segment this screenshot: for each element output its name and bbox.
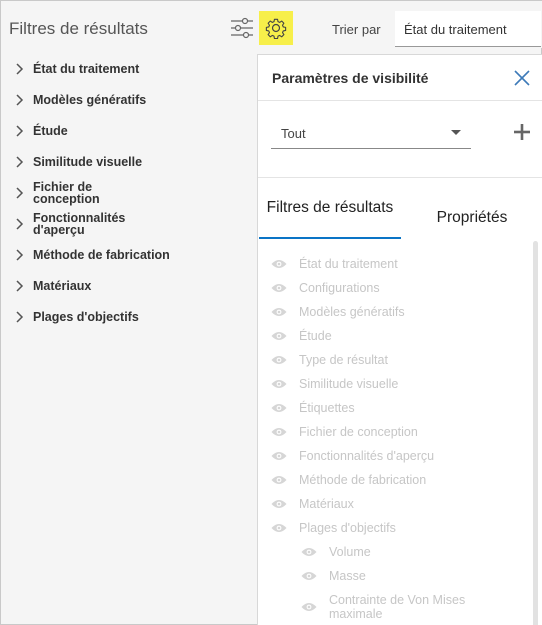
filter-item[interactable]: État du traitement bbox=[1, 53, 257, 84]
filter-item[interactable]: Étude bbox=[1, 115, 257, 146]
filters-header: Filtres de résultats bbox=[1, 1, 297, 57]
popover-title: Paramètres de visibilité bbox=[272, 70, 429, 86]
filter-item-label: Fichier de conception bbox=[33, 179, 100, 206]
filter-list: État du traitement Modèles génératifs Ét… bbox=[1, 53, 257, 332]
filter-item-label: Matériaux bbox=[33, 278, 92, 293]
eye-icon bbox=[271, 428, 287, 436]
filters-title: Filtres de résultats bbox=[9, 19, 148, 38]
visibility-subitem[interactable]: Masse bbox=[258, 564, 538, 588]
scrollbar[interactable] bbox=[533, 241, 538, 625]
eye-icon bbox=[271, 308, 287, 316]
eye-icon bbox=[271, 380, 287, 388]
visibility-item[interactable]: Similitude visuelle bbox=[258, 372, 538, 396]
visibility-subitem[interactable]: Volume bbox=[258, 540, 538, 564]
close-icon[interactable] bbox=[513, 69, 531, 87]
popover-header: Paramètres de visibilité bbox=[258, 55, 542, 101]
chevron-right-icon bbox=[16, 93, 24, 106]
filter-item[interactable]: Méthode de fabrication bbox=[1, 239, 257, 270]
eye-icon bbox=[301, 603, 317, 611]
visibility-item-label: Matériaux bbox=[299, 497, 354, 511]
plus-icon[interactable] bbox=[512, 122, 532, 142]
filter-item[interactable]: Fonctionnalités d'aperçu bbox=[1, 208, 257, 239]
visibility-item-label: État du traitement bbox=[299, 257, 398, 271]
filter-item[interactable]: Plages d'objectifs bbox=[1, 301, 257, 332]
visibility-item[interactable]: Matériaux bbox=[258, 492, 538, 516]
eye-icon bbox=[271, 284, 287, 292]
visibility-subitem[interactable]: Contrainte de Von Mises maximale bbox=[258, 588, 538, 625]
sort-label: Trier par bbox=[332, 22, 381, 37]
filter-item-label: Plages d'objectifs bbox=[33, 309, 139, 324]
filter-item[interactable]: Fichier de conception bbox=[1, 177, 257, 208]
filter-item[interactable]: Modèles génératifs bbox=[1, 84, 257, 115]
eye-icon bbox=[301, 572, 317, 580]
app-frame: Filtres de résultats État du traitement … bbox=[0, 0, 542, 625]
visibility-item[interactable]: Configurations bbox=[258, 276, 538, 300]
visibility-item[interactable]: Fichier de conception bbox=[258, 420, 538, 444]
visibility-item-label: Fonctionnalités d'aperçu bbox=[299, 449, 435, 463]
chevron-right-icon bbox=[16, 310, 24, 323]
tab-properties[interactable]: Propriétés bbox=[406, 191, 538, 239]
popover-tabs: Filtres de résultats Propriétés bbox=[258, 191, 542, 239]
visibility-subitem-label: Contrainte de Von Mises maximale bbox=[329, 593, 466, 621]
visibility-subitem-label: Volume bbox=[329, 545, 371, 559]
filter-item[interactable]: Matériaux bbox=[1, 270, 257, 301]
gear-icon[interactable] bbox=[259, 11, 293, 45]
visibility-item-label: Étude bbox=[299, 329, 332, 343]
sort-select[interactable]: État du traitement bbox=[395, 11, 541, 47]
filter-item[interactable]: Similitude visuelle bbox=[1, 146, 257, 177]
visibility-item[interactable]: Modèles génératifs bbox=[258, 300, 538, 324]
visibility-item-label: Configurations bbox=[299, 281, 380, 295]
eye-icon bbox=[271, 404, 287, 412]
visibility-list: État du traitement Configurations Modèle… bbox=[258, 252, 538, 625]
chevron-right-icon bbox=[16, 124, 24, 137]
scope-select[interactable]: Tout bbox=[271, 117, 471, 149]
caret-down-icon bbox=[451, 130, 461, 135]
sliders-icon[interactable] bbox=[229, 15, 255, 41]
visibility-item[interactable]: Étude bbox=[258, 324, 538, 348]
visibility-item[interactable]: Méthode de fabrication bbox=[258, 468, 538, 492]
visibility-settings-popover: Paramètres de visibilité Tout Filtres de… bbox=[257, 54, 542, 625]
filter-item-label: Étude bbox=[33, 123, 68, 138]
eye-icon bbox=[271, 452, 287, 460]
chevron-right-icon bbox=[16, 62, 24, 75]
chevron-right-icon bbox=[16, 155, 24, 168]
sort-bar: Trier par État du traitement bbox=[297, 1, 542, 48]
visibility-item-label: Étiquettes bbox=[299, 401, 355, 415]
visibility-item-label: Méthode de fabrication bbox=[299, 473, 427, 487]
visibility-item-label: Type de résultat bbox=[299, 353, 388, 367]
chevron-right-icon bbox=[16, 248, 24, 261]
filter-item-label: État du traitement bbox=[33, 61, 140, 76]
visibility-item[interactable]: Type de résultat bbox=[258, 348, 538, 372]
filter-item-label: Méthode de fabrication bbox=[33, 247, 170, 262]
eye-icon bbox=[271, 260, 287, 268]
visibility-item[interactable]: Fonctionnalités d'aperçu bbox=[258, 444, 538, 468]
visibility-item[interactable]: État du traitement bbox=[258, 252, 538, 276]
filter-item-label: Modèles génératifs bbox=[33, 92, 147, 107]
visibility-item-label: Plages d'objectifs bbox=[299, 521, 396, 535]
visibility-item-label: Modèles génératifs bbox=[299, 305, 405, 319]
eye-icon bbox=[271, 332, 287, 340]
eye-icon bbox=[271, 500, 287, 508]
eye-icon bbox=[271, 476, 287, 484]
visibility-item-label: Similitude visuelle bbox=[299, 377, 399, 391]
sort-select-value: État du traitement bbox=[404, 22, 507, 37]
visibility-subitem-label: Masse bbox=[329, 569, 366, 583]
filter-item-label: Similitude visuelle bbox=[33, 154, 143, 169]
tab-result-filters[interactable]: Filtres de résultats bbox=[259, 191, 401, 239]
filter-item-label: Fonctionnalités d'aperçu bbox=[33, 210, 126, 237]
chevron-right-icon bbox=[16, 279, 24, 292]
chevron-right-icon bbox=[16, 217, 24, 230]
divider bbox=[258, 177, 542, 178]
eye-icon bbox=[271, 356, 287, 364]
scope-select-value: Tout bbox=[281, 126, 306, 141]
eye-icon bbox=[301, 548, 317, 556]
chevron-right-icon bbox=[16, 186, 24, 199]
visibility-item[interactable]: Étiquettes bbox=[258, 396, 538, 420]
visibility-item[interactable]: Plages d'objectifs bbox=[258, 516, 538, 540]
visibility-item-label: Fichier de conception bbox=[299, 425, 418, 439]
eye-icon bbox=[271, 524, 287, 532]
